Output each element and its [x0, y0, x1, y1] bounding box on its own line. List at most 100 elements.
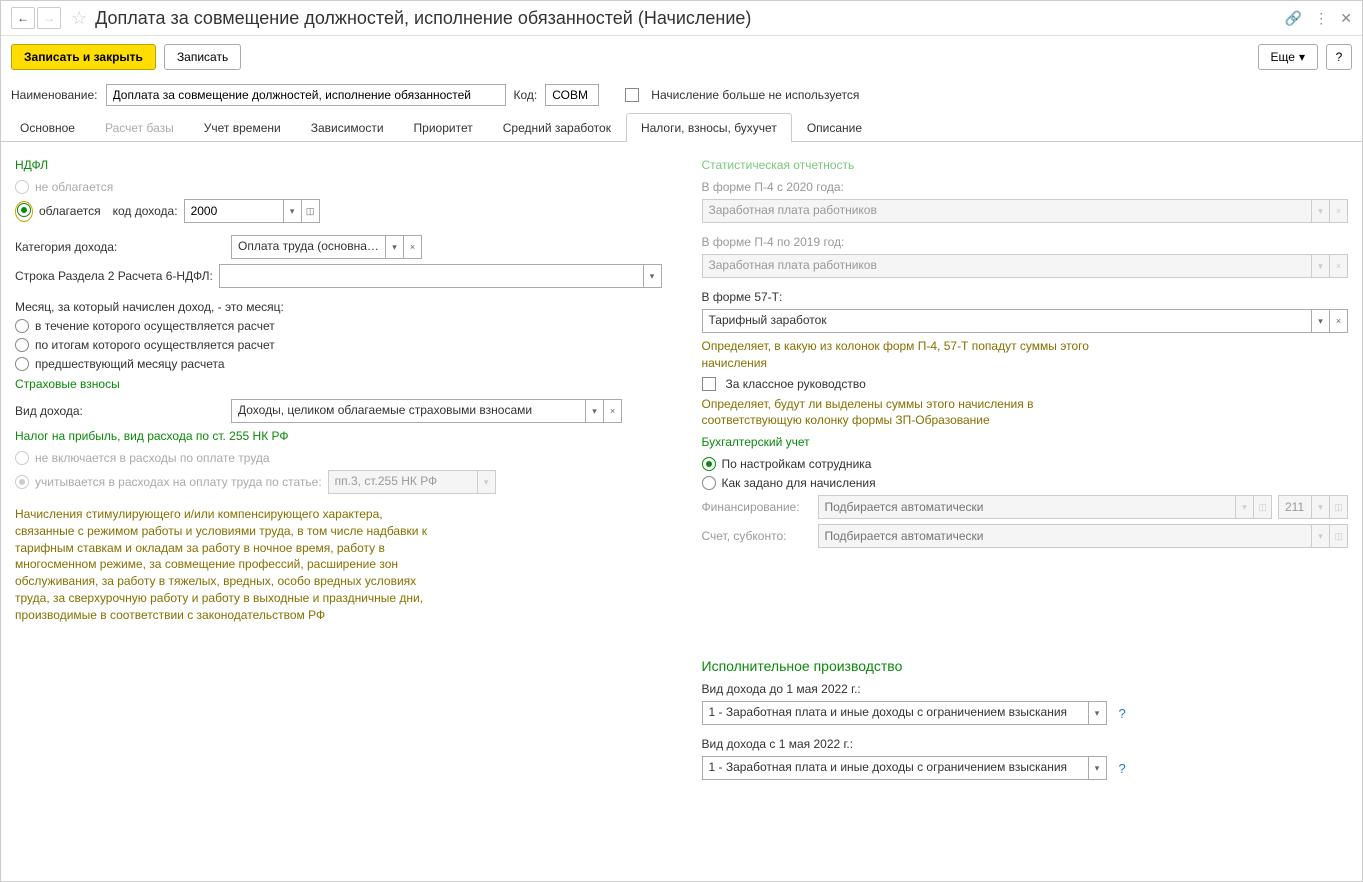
titlebar: ← → ☆ Доплата за совмещение должностей, …: [1, 1, 1362, 36]
income-cat-select[interactable]: Оплата труда (основная н: [231, 235, 386, 259]
profit-article-dropdown: ▾: [478, 470, 496, 494]
f57t-dropdown[interactable]: ▾: [1312, 309, 1330, 333]
month-r3-label: предшествующий месяцу расчета: [35, 357, 225, 371]
p4-2019-label: В форме П-4 по 2019 год:: [702, 235, 1349, 249]
f57t-clear[interactable]: ×: [1330, 309, 1348, 333]
month-r1-radio[interactable]: [15, 319, 29, 333]
tab-time[interactable]: Учет времени: [189, 113, 296, 142]
code-label: Код:: [514, 88, 538, 102]
income-cat-clear[interactable]: ×: [404, 235, 422, 259]
acct-label: Счет, субконто:: [702, 529, 812, 543]
fin-open: ◫: [1254, 495, 1272, 519]
acct-open: ◫: [1330, 524, 1348, 548]
income-code-dropdown[interactable]: ▾: [284, 199, 302, 223]
income-code-label: код дохода:: [113, 204, 178, 218]
chevron-down-icon: ▾: [1299, 50, 1305, 64]
tabs: Основное Расчет базы Учет времени Зависи…: [1, 112, 1362, 142]
save-close-button[interactable]: Записать и закрыть: [11, 44, 156, 70]
row6-select[interactable]: [219, 264, 644, 288]
name-label: Наименование:: [11, 88, 98, 102]
p4-2020-clear: ×: [1330, 199, 1348, 223]
code-input[interactable]: [545, 84, 599, 106]
exec-before-label: Вид дохода до 1 мая 2022 г.:: [702, 682, 1349, 696]
back-button[interactable]: ←: [11, 7, 35, 29]
acct-select: [818, 524, 1313, 548]
help-button[interactable]: ?: [1326, 44, 1352, 70]
exec-before-dropdown[interactable]: ▾: [1089, 701, 1107, 725]
exec-after-select[interactable]: 1 - Заработная плата и иные доходы с огр…: [702, 756, 1089, 780]
fin-select: [818, 495, 1237, 519]
tab-priority[interactable]: Приоритет: [399, 113, 488, 142]
kebab-icon[interactable]: ⋮: [1314, 10, 1328, 27]
row6-label: Строка Раздела 2 Расчета 6-НДФЛ:: [15, 269, 213, 283]
stat-hint: Определяет, в какую из колонок форм П-4,…: [702, 338, 1122, 372]
month-r3-radio[interactable]: [15, 357, 29, 371]
window-title: Доплата за совмещение должностей, исполн…: [95, 8, 1285, 29]
ndfl-not-taxed-radio: [15, 180, 29, 194]
profit-r1-radio: [15, 451, 29, 465]
class-label: За классное руководство: [726, 377, 866, 391]
exec-title: Исполнительное производство: [702, 658, 1349, 674]
income-type-dropdown[interactable]: ▾: [586, 399, 604, 423]
toolbar: Записать и закрыть Записать Еще ▾ ?: [1, 36, 1362, 78]
exec-after-help-icon[interactable]: ?: [1119, 761, 1126, 776]
p4-2019-clear: ×: [1330, 254, 1348, 278]
tab-base[interactable]: Расчет базы: [90, 113, 189, 142]
income-type-clear[interactable]: ×: [604, 399, 622, 423]
fin-code-input: [1278, 495, 1312, 519]
tab-desc[interactable]: Описание: [792, 113, 877, 142]
p4-2019-dropdown: ▾: [1312, 254, 1330, 278]
tab-taxes[interactable]: Налоги, взносы, бухучет: [626, 113, 792, 142]
fin-code-open: ◫: [1330, 495, 1348, 519]
ndfl-title: НДФЛ: [15, 158, 662, 172]
exec-before-select[interactable]: 1 - Заработная плата и иные доходы с огр…: [702, 701, 1089, 725]
exec-before-help-icon[interactable]: ?: [1119, 706, 1126, 721]
income-cat-label: Категория дохода:: [15, 240, 225, 254]
more-button[interactable]: Еще ▾: [1258, 44, 1318, 70]
profit-r1-label: не включается в расходы по оплате труда: [35, 451, 270, 465]
class-hint: Определяет, будут ли выделены суммы этог…: [702, 396, 1122, 430]
f57t-label: В форме 57-Т:: [702, 290, 1349, 304]
link-icon[interactable]: 🔗: [1285, 10, 1302, 27]
acc-r2-radio[interactable]: [702, 476, 716, 490]
p4-2020-label: В форме П-4 с 2020 года:: [702, 180, 1349, 194]
acc-r1-label: По настройкам сотрудника: [722, 457, 872, 471]
fin-code-dropdown: ▾: [1312, 495, 1330, 519]
ndfl-taxed-radio[interactable]: [17, 203, 31, 217]
tab-avg[interactable]: Средний заработок: [488, 113, 626, 142]
insurance-title: Страховые взносы: [15, 377, 662, 391]
forward-button[interactable]: →: [37, 7, 61, 29]
unused-checkbox[interactable]: [625, 88, 639, 102]
save-button[interactable]: Записать: [164, 44, 241, 70]
class-checkbox[interactable]: [702, 377, 716, 391]
header-row: Наименование: Код: Начисление больше не …: [1, 78, 1362, 112]
acct-dropdown: ▾: [1312, 524, 1330, 548]
exec-after-dropdown[interactable]: ▾: [1089, 756, 1107, 780]
profit-r2-label: учитывается в расходах на оплату труда п…: [35, 475, 322, 489]
income-type-label: Вид дохода:: [15, 404, 225, 418]
income-type-select[interactable]: Доходы, целиком облагаемые страховыми вз…: [231, 399, 586, 423]
profit-r2-radio: [15, 475, 29, 489]
stat-title: Статистическая отчетность: [702, 158, 1349, 172]
fin-dropdown: ▾: [1236, 495, 1254, 519]
exec-after-label: Вид дохода с 1 мая 2022 г.:: [702, 737, 1349, 751]
row6-dropdown[interactable]: ▾: [644, 264, 662, 288]
unused-label: Начисление больше не используется: [651, 88, 859, 102]
tab-deps[interactable]: Зависимости: [296, 113, 399, 142]
p4-2020-dropdown: ▾: [1312, 199, 1330, 223]
f57t-select[interactable]: Тарифный заработок: [702, 309, 1313, 333]
acc-r1-radio[interactable]: [702, 457, 716, 471]
fin-label: Финансирование:: [702, 500, 812, 514]
income-code-open[interactable]: ◫: [302, 199, 320, 223]
acc-title: Бухгалтерский учет: [702, 435, 1349, 449]
month-r2-radio[interactable]: [15, 338, 29, 352]
p4-2020-select: Заработная плата работников: [702, 199, 1313, 223]
name-input[interactable]: [106, 84, 506, 106]
month-label: Месяц, за который начислен доход, - это …: [15, 300, 662, 314]
income-cat-dropdown[interactable]: ▾: [386, 235, 404, 259]
profit-article-select: пп.3, ст.255 НК РФ: [328, 470, 478, 494]
close-icon[interactable]: ✕: [1340, 10, 1352, 27]
favorite-icon[interactable]: ☆: [71, 8, 87, 29]
tab-main[interactable]: Основное: [5, 113, 90, 142]
income-code-input[interactable]: [184, 199, 284, 223]
